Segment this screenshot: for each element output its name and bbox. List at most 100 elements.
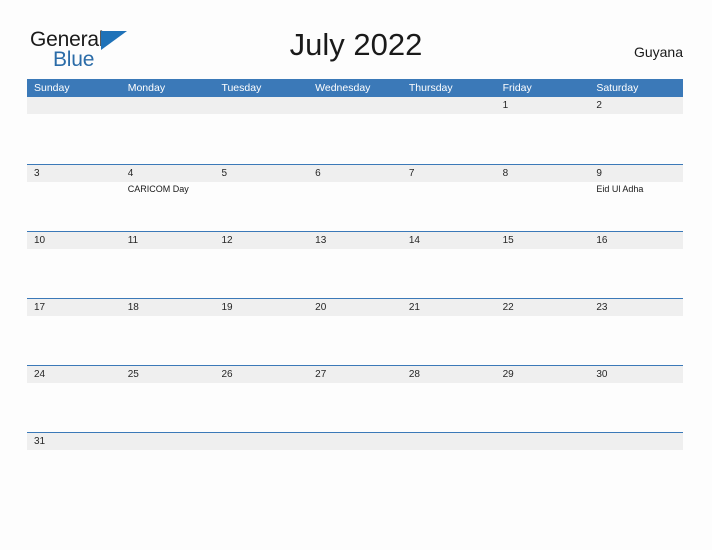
calendar-day-cell[interactable]: 7 xyxy=(402,165,496,231)
calendar-day-cell[interactable]: 23 xyxy=(589,299,683,365)
calendar-day-cell[interactable]: 11 xyxy=(121,232,215,298)
calendar-day-cell[interactable]: 25 xyxy=(121,366,215,432)
calendar-day-cell[interactable]: 8 xyxy=(496,165,590,231)
calendar-day-cell[interactable]: 15 xyxy=(496,232,590,298)
day-number: 3 xyxy=(34,168,40,179)
calendar-week-row: 3 4 CARICOM Day 5 6 7 8 9 Eid Ul Adha xyxy=(27,164,683,231)
page-title: July 2022 xyxy=(289,27,423,62)
day-number: 24 xyxy=(34,369,46,380)
calendar-day-cell[interactable] xyxy=(121,433,215,453)
day-number: 25 xyxy=(127,369,139,380)
day-event xyxy=(221,316,308,317)
day-event xyxy=(315,182,402,183)
calendar-grid: Sunday Monday Tuesday Wednesday Thursday… xyxy=(27,79,683,453)
calendar-day-cell[interactable]: 9 Eid Ul Adha xyxy=(589,165,683,231)
calendar-day-cell[interactable]: 14 xyxy=(402,232,496,298)
weekday-header-monday: Monday xyxy=(127,82,166,94)
calendar-day-cell[interactable]: 24 xyxy=(27,366,121,432)
day-number: 27 xyxy=(315,369,327,380)
calendar-day-cell[interactable]: 27 xyxy=(308,366,402,432)
day-number: 22 xyxy=(502,302,514,313)
day-event xyxy=(221,182,308,183)
day-event xyxy=(315,249,402,250)
day-event xyxy=(34,383,121,384)
day-event xyxy=(596,114,683,115)
calendar-day-cell[interactable]: 2 xyxy=(589,97,683,164)
day-event xyxy=(128,249,215,250)
day-number: 20 xyxy=(315,302,327,313)
calendar-day-cell[interactable] xyxy=(308,97,402,164)
day-number: 30 xyxy=(596,369,608,380)
day-event xyxy=(221,383,308,384)
calendar-day-cell[interactable] xyxy=(402,433,496,453)
day-event xyxy=(128,433,215,434)
calendar-day-cell[interactable]: 17 xyxy=(27,299,121,365)
day-event xyxy=(596,383,683,384)
day-number: 7 xyxy=(408,168,415,179)
calendar-day-cell[interactable]: 12 xyxy=(214,232,308,298)
day-event xyxy=(409,316,496,317)
calendar-day-cell[interactable] xyxy=(214,97,308,164)
calendar-day-cell[interactable]: 31 xyxy=(27,433,121,453)
calendar-day-cell[interactable]: 6 xyxy=(308,165,402,231)
calendar-day-cell[interactable]: 19 xyxy=(214,299,308,365)
weekday-header-friday: Friday xyxy=(502,82,532,94)
calendar-day-cell[interactable]: 20 xyxy=(308,299,402,365)
day-number: 14 xyxy=(408,235,420,246)
day-number: 12 xyxy=(221,235,233,246)
day-number: 16 xyxy=(596,235,608,246)
calendar-day-cell[interactable] xyxy=(496,433,590,453)
calendar-day-cell[interactable] xyxy=(402,97,496,164)
day-event xyxy=(596,433,683,434)
calendar-day-cell[interactable]: 4 CARICOM Day xyxy=(121,165,215,231)
calendar-day-cell[interactable]: 29 xyxy=(496,366,590,432)
day-number: 5 xyxy=(221,168,227,179)
day-number: 31 xyxy=(34,436,46,447)
weekday-header-tuesday: Tuesday xyxy=(221,82,262,94)
day-event xyxy=(409,97,496,98)
calendar-day-cell[interactable]: 21 xyxy=(402,299,496,365)
calendar-day-cell[interactable]: 3 xyxy=(27,165,121,231)
calendar-week-row: 10 11 12 13 14 15 16 xyxy=(27,231,683,298)
day-event xyxy=(503,114,590,115)
calendar-day-cell[interactable] xyxy=(27,97,121,164)
day-event xyxy=(315,97,402,98)
calendar-day-cell[interactable] xyxy=(214,433,308,453)
day-event xyxy=(409,433,496,434)
day-event xyxy=(315,433,402,434)
calendar-day-cell[interactable] xyxy=(121,97,215,164)
calendar-day-cell[interactable]: 13 xyxy=(308,232,402,298)
calendar-day-cell[interactable]: 30 xyxy=(589,366,683,432)
day-number: 26 xyxy=(221,369,233,380)
calendar-day-cell[interactable]: 1 xyxy=(496,97,590,164)
page-header: General Blue July 2022 Guyana xyxy=(0,0,712,79)
day-event: Eid Ul Adha xyxy=(596,184,644,194)
calendar-day-cell[interactable]: 5 xyxy=(214,165,308,231)
day-number: 18 xyxy=(127,302,139,313)
calendar-day-cell[interactable]: 28 xyxy=(402,366,496,432)
calendar-week-row: 31 xyxy=(27,432,683,453)
calendar-day-cell[interactable]: 18 xyxy=(121,299,215,365)
weekday-header-sunday: Sunday xyxy=(34,82,70,94)
day-event xyxy=(221,97,308,98)
calendar-day-cell[interactable]: 26 xyxy=(214,366,308,432)
day-number: 17 xyxy=(34,302,46,313)
weekday-header-row: Sunday Monday Tuesday Wednesday Thursday… xyxy=(27,79,683,97)
day-event: CARICOM Day xyxy=(127,184,189,194)
calendar-week-row: 24 25 26 27 28 29 30 xyxy=(27,365,683,432)
day-number: 10 xyxy=(34,235,46,246)
day-event xyxy=(34,316,121,317)
day-event xyxy=(596,316,683,317)
calendar-day-cell[interactable] xyxy=(589,433,683,453)
day-number: 2 xyxy=(596,100,602,111)
day-number: 13 xyxy=(315,235,327,246)
calendar-page: General Blue July 2022 Guyana Sunday Mon… xyxy=(0,0,712,550)
calendar-day-cell[interactable]: 16 xyxy=(589,232,683,298)
day-event xyxy=(596,249,683,250)
calendar-day-cell[interactable]: 10 xyxy=(27,232,121,298)
day-event xyxy=(315,316,402,317)
day-event xyxy=(221,433,308,434)
calendar-day-cell[interactable] xyxy=(308,433,402,453)
calendar-day-cell[interactable]: 22 xyxy=(496,299,590,365)
weekday-header-saturday: Saturday xyxy=(596,82,639,94)
